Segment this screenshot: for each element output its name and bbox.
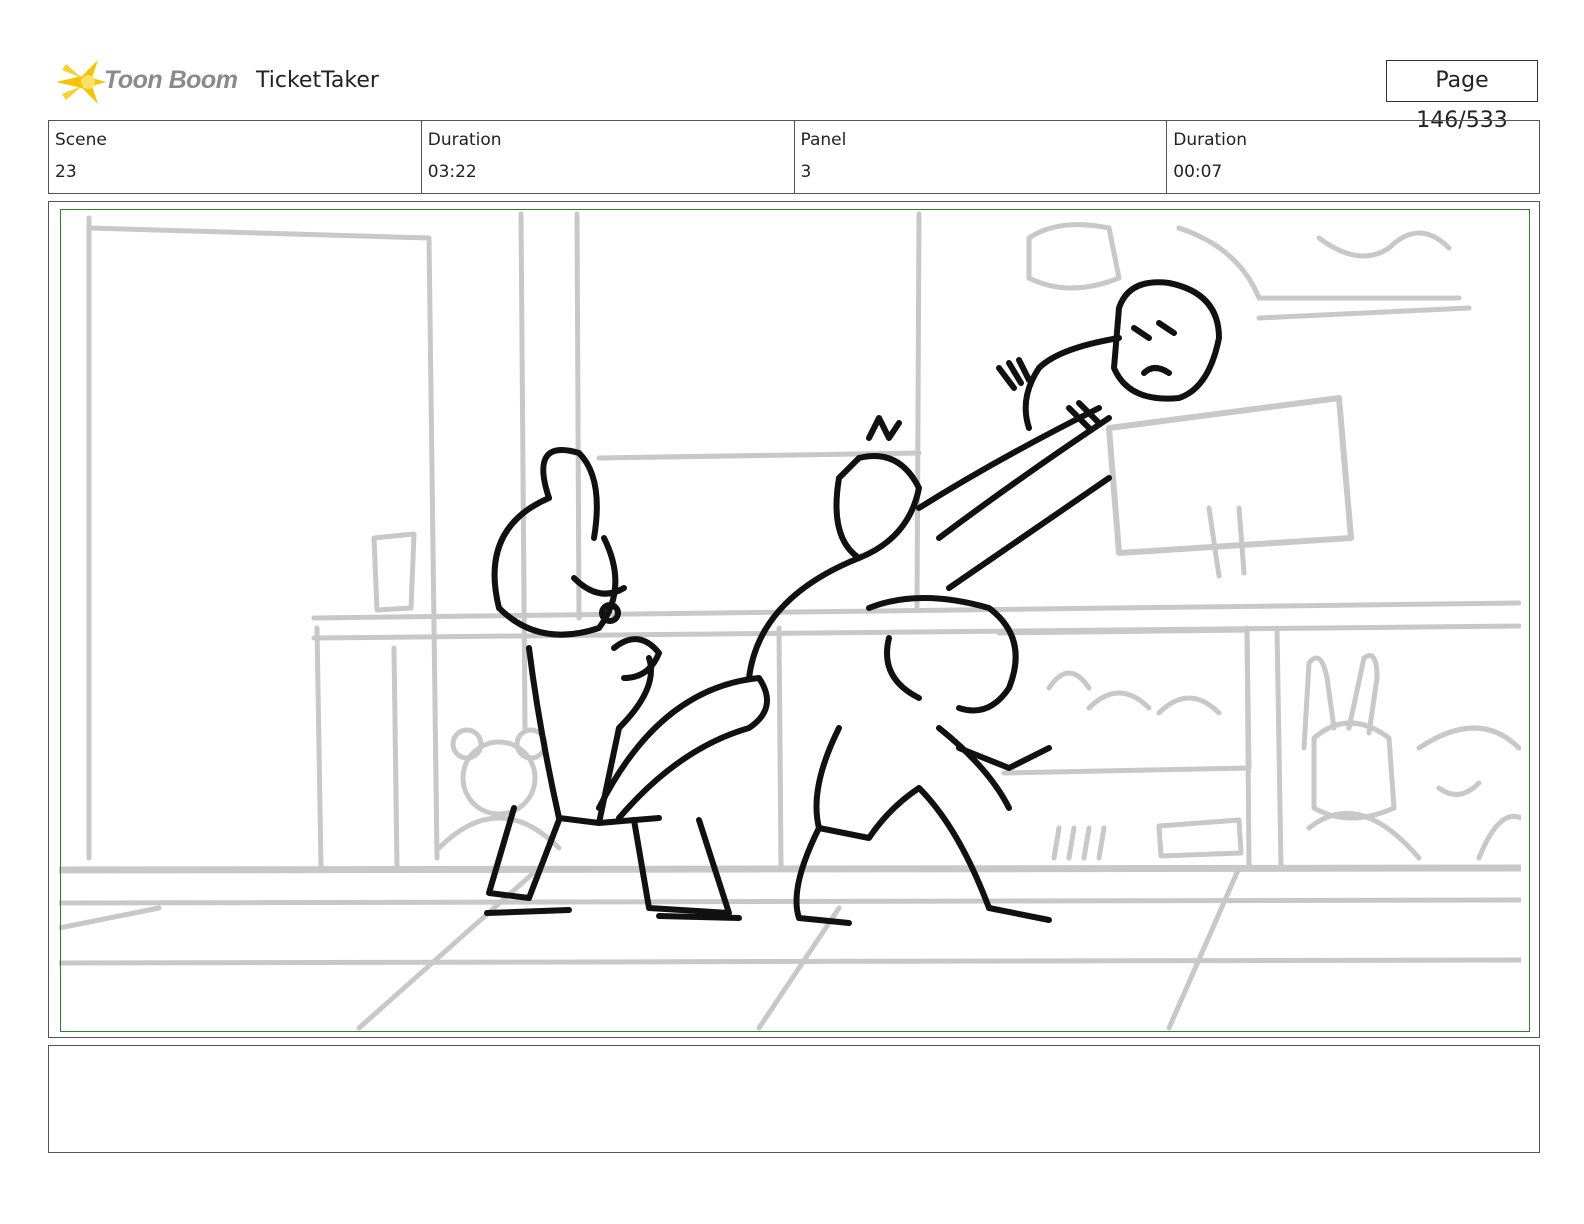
scene-info-table: Scene 23 Duration 03:22 Panel 3 Duration… <box>48 120 1540 194</box>
scene-cell: Scene 23 <box>49 121 422 193</box>
panel-cell: Panel 3 <box>795 121 1168 193</box>
scene-duration-value: 03:22 <box>427 162 477 182</box>
background-sketch <box>59 211 1521 1031</box>
project-title: TicketTaker <box>256 68 379 93</box>
panel-label: Panel <box>800 130 847 150</box>
scene-label: Scene <box>55 130 107 150</box>
panel-duration-cell: Duration 00:07 <box>1167 121 1539 193</box>
scene-duration-label: Duration <box>427 130 502 150</box>
logo-text: Toon Boom <box>104 66 238 94</box>
scene-value: 23 <box>55 162 77 182</box>
panel-duration-label: Duration <box>1173 130 1248 150</box>
panel-value: 3 <box>800 162 812 182</box>
characters-sketch <box>484 279 1222 926</box>
storyboard-sketch-image <box>59 211 1521 1031</box>
page-number: Page 146/533 <box>1386 60 1538 133</box>
panel-duration-value: 00:07 <box>1173 162 1223 182</box>
scene-duration-cell: Duration 03:22 <box>422 121 795 193</box>
panel-notes-box[interactable] <box>48 1045 1540 1153</box>
storyboard-panel <box>48 201 1540 1038</box>
